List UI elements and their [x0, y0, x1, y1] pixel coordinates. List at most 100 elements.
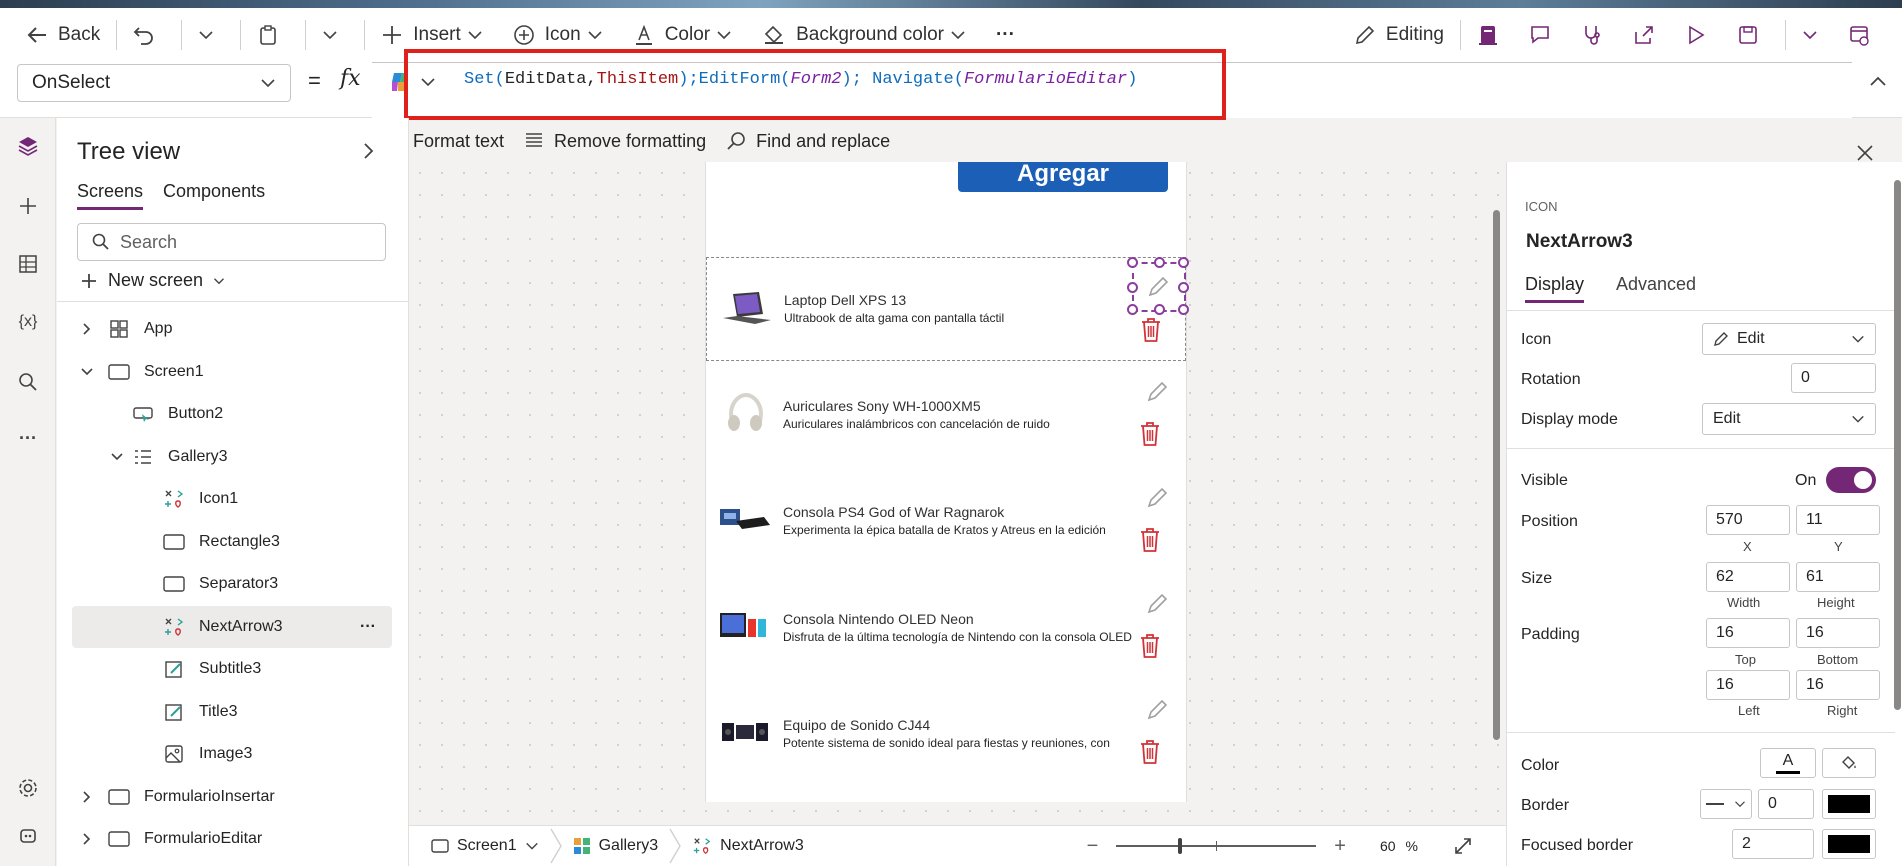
tree-view-icon[interactable]	[14, 132, 42, 160]
properties-scrollbar[interactable]	[1894, 180, 1901, 710]
display-mode-select[interactable]: Edit	[1702, 403, 1876, 435]
tree-node-button2[interactable]: Button2	[132, 393, 223, 435]
publish-button[interactable]	[1838, 8, 1902, 62]
search-icon[interactable]	[14, 368, 42, 396]
tree-node-icon1[interactable]: Icon1	[163, 478, 238, 520]
breadcrumb-screen[interactable]: Screen1	[431, 837, 539, 855]
focused-border-input[interactable]: 2	[1732, 829, 1814, 859]
rotation-input[interactable]: 0	[1791, 363, 1876, 393]
collapse-tree-button[interactable]	[362, 142, 376, 165]
resize-handle[interactable]	[1178, 257, 1189, 268]
selection-frame[interactable]	[1127, 257, 1189, 315]
trash-icon[interactable]	[1138, 527, 1162, 553]
search-input[interactable]: Search	[77, 223, 386, 261]
gallery-row[interactable]: Consola Nintendo OLED Neon Disfruta de l…	[706, 575, 1186, 679]
fit-to-window-icon[interactable]	[1454, 837, 1472, 855]
trash-icon[interactable]	[1139, 317, 1163, 343]
zoom-in-button[interactable]: +	[1334, 835, 1346, 858]
close-panel-button[interactable]	[1856, 144, 1874, 167]
fill-color-picker[interactable]	[1822, 748, 1876, 778]
visible-toggle[interactable]	[1826, 467, 1876, 493]
paste-dropdown[interactable]	[312, 8, 358, 62]
canvas-scrollbar[interactable]	[1493, 210, 1500, 740]
tree-node-nextarrow3[interactable]: NextArrow3 ···	[72, 606, 392, 648]
tree-node-gallery3[interactable]: Gallery3	[110, 436, 228, 478]
tab-screens[interactable]: Screens	[77, 181, 144, 210]
virtual-agent-icon[interactable]	[14, 822, 42, 850]
preview-button[interactable]	[1675, 8, 1727, 62]
tab-advanced[interactable]: Advanced	[1616, 274, 1696, 295]
resize-handle[interactable]	[1154, 304, 1165, 315]
resize-handle[interactable]	[1127, 282, 1138, 293]
property-dropdown[interactable]: OnSelect	[17, 64, 291, 102]
resize-handle[interactable]	[1178, 282, 1189, 293]
undo-button[interactable]	[123, 8, 175, 62]
font-color-picker[interactable]: A	[1760, 748, 1816, 778]
width-input[interactable]: 62	[1706, 562, 1790, 592]
zoom-slider-thumb[interactable]	[1178, 838, 1183, 854]
height-input[interactable]: 61	[1796, 562, 1880, 592]
edit-pencil-icon[interactable]	[1146, 593, 1168, 615]
zoom-slider[interactable]	[1116, 836, 1317, 856]
settings-icon[interactable]	[14, 774, 42, 802]
padding-left-input[interactable]: 16	[1706, 670, 1790, 700]
tree-node-screen1[interactable]: Screen1	[80, 351, 204, 393]
tab-components[interactable]: Components	[163, 181, 265, 210]
padding-right-input[interactable]: 16	[1796, 670, 1880, 700]
find-replace-button[interactable]: Find and replace	[726, 131, 890, 152]
position-y-input[interactable]: 11	[1796, 505, 1880, 535]
resize-handle[interactable]	[1127, 304, 1138, 315]
edit-pencil-icon[interactable]	[1146, 487, 1168, 509]
app-checker-button[interactable]	[1571, 8, 1623, 62]
border-thickness-input[interactable]: 0	[1758, 789, 1814, 819]
save-button[interactable]	[1727, 8, 1779, 62]
tree-node-app[interactable]: App	[80, 308, 172, 350]
gallery-row[interactable]: Laptop Dell XPS 13 Ultrabook de alta gam…	[706, 257, 1186, 361]
tree-node-formularioeditar[interactable]: FormularioEditar	[80, 818, 262, 860]
resize-handle[interactable]	[1154, 257, 1165, 268]
focused-border-color-picker[interactable]	[1822, 829, 1876, 859]
comments-button[interactable]	[1519, 8, 1571, 62]
padding-top-input[interactable]: 16	[1706, 618, 1790, 648]
gallery-row[interactable]: Auriculares Sony WH-1000XM5 Auriculares …	[706, 363, 1186, 467]
data-icon[interactable]	[14, 250, 42, 278]
tree-node-separator3[interactable]: Separator3	[163, 563, 278, 605]
border-color-picker[interactable]	[1822, 789, 1876, 819]
resize-handle[interactable]	[1127, 257, 1138, 268]
collapse-formula-button[interactable]	[1868, 72, 1888, 97]
back-button[interactable]: Back	[0, 8, 110, 62]
tab-display[interactable]: Display	[1525, 274, 1585, 303]
editing-mode-button[interactable]: Editing	[1344, 8, 1454, 62]
undo-dropdown[interactable]	[188, 8, 234, 62]
node-more-button[interactable]: ···	[360, 618, 376, 636]
gallery-row[interactable]: Consola PS4 God of War Ragnarok Experime…	[706, 469, 1186, 573]
tree-node-formularioinsertar[interactable]: FormularioInsertar	[80, 776, 275, 818]
trash-icon[interactable]	[1138, 739, 1162, 765]
resize-handle[interactable]	[1178, 304, 1189, 315]
share-button[interactable]	[1623, 8, 1675, 62]
padding-bottom-input[interactable]: 16	[1796, 618, 1880, 648]
more-icon[interactable]: ···	[14, 424, 42, 452]
gallery-row[interactable]: Equipo de Sonido CJ44 Potente sistema de…	[706, 681, 1186, 785]
trash-icon[interactable]	[1138, 421, 1162, 447]
edit-pencil-icon[interactable]	[1146, 381, 1168, 403]
variables-icon[interactable]: {x}	[14, 308, 42, 336]
insert-icon[interactable]	[14, 192, 42, 220]
breadcrumb-gallery[interactable]: Gallery3	[573, 837, 658, 855]
remove-formatting-button[interactable]: Remove formatting	[524, 131, 706, 152]
save-dropdown[interactable]	[1792, 8, 1838, 62]
tree-node-rectangle3[interactable]: Rectangle3	[163, 521, 280, 563]
zoom-out-button[interactable]: −	[1087, 835, 1099, 858]
new-screen-button[interactable]: New screen	[80, 270, 225, 291]
agregar-button[interactable]: Agregar	[958, 162, 1168, 192]
tree-node-title3[interactable]: Title3	[163, 691, 238, 733]
position-x-input[interactable]: 570	[1706, 505, 1790, 535]
trash-icon[interactable]	[1138, 633, 1162, 659]
tree-node-image3[interactable]: Image3	[163, 733, 252, 775]
border-style-select[interactable]	[1700, 789, 1752, 819]
edit-pencil-icon[interactable]	[1146, 699, 1168, 721]
paste-button[interactable]	[247, 8, 299, 62]
icon-select[interactable]: Edit	[1702, 323, 1876, 355]
tree-node-subtitle3[interactable]: Subtitle3	[163, 648, 261, 690]
notebook-button[interactable]	[1467, 8, 1519, 62]
